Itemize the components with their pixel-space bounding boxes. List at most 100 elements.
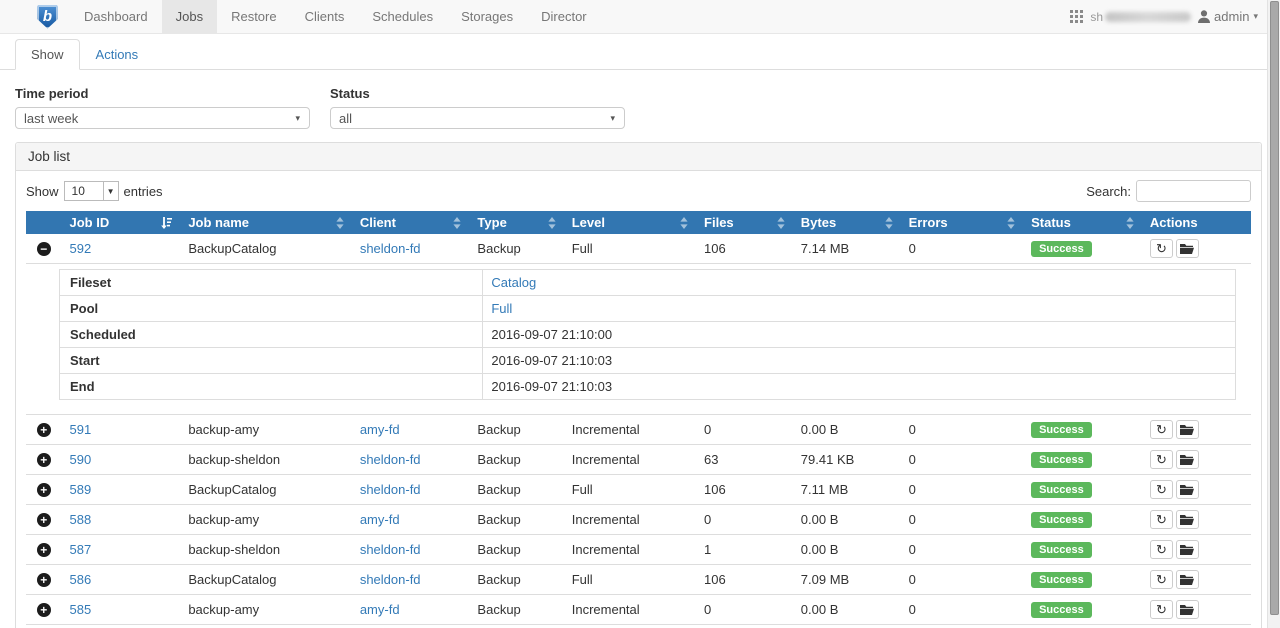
rerun-button[interactable]: ↻ [1150,239,1173,258]
sort-icon [777,217,785,229]
expand-icon[interactable]: + [37,513,51,527]
detail-label: Pool [60,296,483,322]
nav-item-jobs[interactable]: Jobs [162,0,217,33]
tab-show[interactable]: Show [15,39,80,70]
folder-icon [1180,424,1194,435]
client-link[interactable]: sheldon-fd [360,572,421,587]
job-id-link[interactable]: 585 [70,602,92,617]
nav-item-dashboard[interactable]: Dashboard [70,0,162,33]
job-type: Backup [469,535,563,565]
job-id-link[interactable]: 589 [70,482,92,497]
column-header-client[interactable]: Client [352,211,470,234]
column-header-job-name[interactable]: Job name [180,211,352,234]
client-link[interactable]: amy-fd [360,602,400,617]
job-type: Backup [469,415,563,445]
job-type: Backup [469,234,563,264]
rerun-button[interactable]: ↻ [1150,570,1173,589]
browse-files-button[interactable] [1176,540,1199,559]
time-period-select[interactable]: last week ▾ [15,107,310,129]
bareos-logo[interactable]: b [37,0,58,33]
search-label: Search: [1086,184,1131,199]
job-name: backup-sheldon [180,625,352,628]
sort-icon [453,217,461,229]
expand-icon[interactable]: + [37,453,51,467]
browse-files-button[interactable] [1176,510,1199,529]
job-id-link[interactable]: 586 [70,572,92,587]
detail-property-row: Fileset Catalog [60,270,1236,296]
job-errors: 0 [901,445,1024,475]
entries-select[interactable]: 10 ▼ [64,181,119,201]
browse-files-button[interactable] [1176,450,1199,469]
job-level: Full [564,475,696,505]
client-link[interactable]: sheldon-fd [360,241,421,256]
folder-icon [1180,243,1194,254]
detail-link-fileset[interactable]: Catalog [491,275,536,290]
expand-icon[interactable]: + [37,423,51,437]
detail-label: End [60,374,483,400]
job-id-link[interactable]: 588 [70,512,92,527]
browse-files-button[interactable] [1176,600,1199,619]
job-id-link[interactable]: 591 [70,422,92,437]
column-header-status[interactable]: Status [1023,211,1142,234]
client-link[interactable]: sheldon-fd [360,542,421,557]
collapse-icon[interactable]: − [37,242,51,256]
scrollbar-thumb[interactable] [1270,1,1279,615]
browse-files-button[interactable] [1176,239,1199,258]
job-errors: 0 [901,415,1024,445]
rerun-button[interactable]: ↻ [1150,450,1173,469]
nav-item-clients[interactable]: Clients [291,0,359,33]
expand-icon[interactable]: + [37,543,51,557]
detail-property-row: End 2016-09-07 21:10:03 [60,374,1236,400]
rerun-button[interactable]: ↻ [1150,420,1173,439]
status-select[interactable]: all ▾ [330,107,625,129]
detail-property-row: Scheduled 2016-09-07 21:10:00 [60,322,1236,348]
job-name: backup-amy [180,595,352,625]
column-header-job-id[interactable]: Job ID [62,211,181,234]
grid-icon[interactable] [1070,10,1083,23]
browse-files-button[interactable] [1176,420,1199,439]
nav-item-schedules[interactable]: Schedules [358,0,447,33]
client-link[interactable]: sheldon-fd [360,452,421,467]
panel-title: Job list [16,143,1261,171]
column-header-errors[interactable]: Errors [901,211,1024,234]
job-bytes: 7.14 MB [793,234,901,264]
expand-icon[interactable]: + [37,603,51,617]
nav-item-restore[interactable]: Restore [217,0,291,33]
expand-icon[interactable]: + [37,573,51,587]
job-level: Full [564,234,696,264]
browse-files-button[interactable] [1176,570,1199,589]
client-link[interactable]: amy-fd [360,512,400,527]
rerun-icon: ↻ [1156,453,1167,466]
job-id-link[interactable]: 587 [70,542,92,557]
sort-icon [548,217,556,229]
browse-files-button[interactable] [1176,480,1199,499]
column-header-bytes[interactable]: Bytes [793,211,901,234]
rerun-button[interactable]: ↻ [1150,510,1173,529]
rerun-button[interactable]: ↻ [1150,600,1173,619]
chevron-down-icon: ▾ [1253,11,1258,22]
column-header-files[interactable]: Files [696,211,793,234]
job-id-link[interactable]: 592 [70,241,92,256]
expand-icon[interactable]: + [37,483,51,497]
search-input[interactable] [1136,180,1251,202]
rerun-button[interactable]: ↻ [1150,480,1173,499]
job-row: − 592 BackupCatalog sheldon-fd Backup Fu… [26,234,1251,264]
column-header-type[interactable]: Type [469,211,563,234]
client-link[interactable]: amy-fd [360,422,400,437]
job-errors: 0 [901,565,1024,595]
job-bytes: 7.09 MB [793,565,901,595]
job-id-link[interactable]: 590 [70,452,92,467]
column-header-level[interactable]: Level [564,211,696,234]
client-link[interactable]: sheldon-fd [360,482,421,497]
nav-item-director[interactable]: Director [527,0,601,33]
table-header-row: Job ID Job name [26,211,1251,234]
nav-item-storages[interactable]: Storages [447,0,527,33]
status-label: Status [330,86,625,101]
detail-link-pool[interactable]: Full [491,301,512,316]
user-menu[interactable]: admin ▾ [1198,9,1258,24]
sort-icon [680,217,688,229]
rerun-button[interactable]: ↻ [1150,540,1173,559]
job-row: + 585 backup-amy amy-fd Backup Increment… [26,595,1251,625]
tab-actions[interactable]: Actions [80,39,155,70]
column-header-actions[interactable]: Actions [1142,211,1251,234]
